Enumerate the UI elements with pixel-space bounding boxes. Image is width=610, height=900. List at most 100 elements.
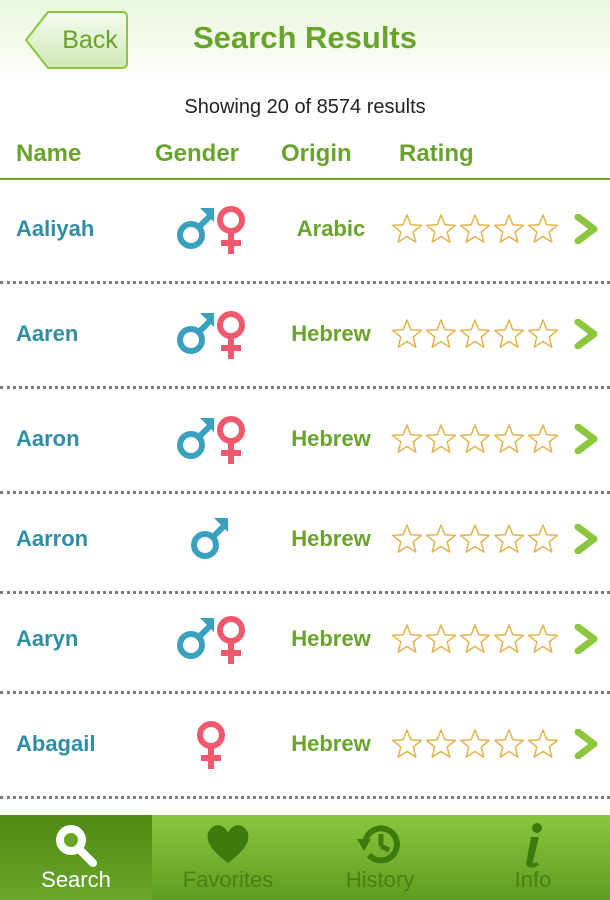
star-icon: [527, 214, 559, 243]
tab-label: Favorites: [182, 867, 274, 892]
star-icon: [459, 729, 491, 758]
result-name: Aaren: [16, 321, 79, 346]
star-icon: [425, 319, 457, 348]
star-icon: [493, 319, 525, 348]
result-row[interactable]: Aaren Hebrew: [0, 295, 610, 375]
star-icon: [527, 624, 559, 653]
row-divider: [0, 796, 610, 799]
star-icon: [391, 624, 423, 653]
result-origin: Hebrew: [291, 526, 371, 551]
star-icon: [391, 424, 423, 453]
star-icon: [527, 729, 559, 758]
tab-history[interactable]: History: [304, 815, 456, 900]
result-row[interactable]: Abagail Hebrew: [0, 705, 610, 785]
column-header-rating: Rating: [399, 140, 474, 167]
chevron-right-icon[interactable]: [574, 523, 598, 555]
rating-stars[interactable]: [390, 422, 562, 456]
chevron-right-icon[interactable]: [574, 213, 598, 245]
gender-icon-group: [172, 719, 252, 771]
back-button[interactable]: Back: [24, 10, 129, 70]
result-name: Aaron: [16, 426, 80, 451]
star-icon: [527, 319, 559, 348]
star-icon: [425, 624, 457, 653]
female-icon: [217, 616, 245, 664]
star-icon: [425, 214, 457, 243]
result-row[interactable]: Aarron Hebrew: [0, 500, 610, 580]
tab-label: History: [345, 867, 415, 892]
result-name: Aaryn: [16, 626, 79, 651]
column-header-name: Name: [16, 140, 82, 167]
star-icon: [493, 729, 525, 758]
male-icon: [177, 313, 214, 354]
row-divider: [0, 386, 610, 389]
female-icon: [217, 206, 245, 254]
rating-stars[interactable]: [390, 317, 562, 351]
result-origin: Hebrew: [291, 626, 371, 651]
star-icon: [459, 214, 491, 243]
tab-label: Search: [41, 867, 111, 892]
star-icon: [425, 729, 457, 758]
header-bar: Back Search Results: [0, 0, 610, 84]
tab-search[interactable]: Search: [0, 815, 152, 900]
star-icon: [459, 424, 491, 453]
star-icon: [493, 624, 525, 653]
female-icon: [217, 416, 245, 464]
gender-icon-group: [172, 204, 252, 256]
row-divider: [0, 691, 610, 694]
column-header-origin: Origin: [281, 140, 352, 167]
star-icon: [391, 319, 423, 348]
row-divider: [0, 491, 610, 494]
female-icon: [197, 721, 225, 769]
male-icon: [177, 618, 214, 659]
chevron-right-icon[interactable]: [574, 318, 598, 350]
chevron-right-icon[interactable]: [574, 728, 598, 760]
star-icon: [459, 524, 491, 553]
column-header-gender: Gender: [155, 140, 240, 167]
male-icon: [177, 418, 214, 459]
star-icon: [391, 729, 423, 758]
gender-icon-group: [172, 514, 252, 566]
gender-icon-group: [172, 414, 252, 466]
female-icon: [217, 311, 245, 359]
rating-stars[interactable]: [390, 212, 562, 246]
star-icon: [459, 319, 491, 348]
result-origin: Hebrew: [291, 426, 371, 451]
star-icon: [527, 524, 559, 553]
rating-stars[interactable]: [390, 727, 562, 761]
back-label: Back: [62, 26, 118, 54]
result-name: Abagail: [16, 731, 96, 756]
gender-icon-group: [172, 614, 252, 666]
result-name: Aarron: [16, 526, 89, 551]
rating-stars[interactable]: [390, 522, 562, 556]
rating-stars[interactable]: [390, 622, 562, 656]
star-icon: [391, 524, 423, 553]
star-icon: [459, 624, 491, 653]
star-icon: [527, 424, 559, 453]
results-summary: Showing 20 of 8574 results: [184, 96, 426, 118]
result-row[interactable]: Aaron Hebrew: [0, 400, 610, 480]
star-icon: [493, 524, 525, 553]
tab-info[interactable]: Info: [456, 815, 610, 900]
result-origin: Hebrew: [291, 321, 371, 346]
star-icon: [425, 424, 457, 453]
bottom-tab-bar: Search Favorites History Info: [0, 815, 610, 900]
page-title: Search Results: [193, 20, 417, 55]
star-icon: [493, 214, 525, 243]
row-divider: [0, 281, 610, 284]
result-row[interactable]: Aaryn Hebrew: [0, 600, 610, 680]
result-origin: Arabic: [296, 216, 366, 241]
gender-icon-group: [172, 309, 252, 361]
result-row[interactable]: Aaliyah Arabic: [0, 190, 610, 270]
tab-favorites[interactable]: Favorites: [152, 815, 304, 900]
chevron-right-icon[interactable]: [574, 423, 598, 455]
result-origin: Hebrew: [291, 731, 371, 756]
header-divider: [0, 178, 610, 180]
tab-label: Info: [514, 867, 552, 892]
result-name: Aaliyah: [16, 216, 95, 241]
star-icon: [391, 214, 423, 243]
chevron-right-icon[interactable]: [574, 623, 598, 655]
male-icon: [177, 208, 214, 249]
male-icon: [191, 518, 228, 559]
star-icon: [425, 524, 457, 553]
star-icon: [493, 424, 525, 453]
